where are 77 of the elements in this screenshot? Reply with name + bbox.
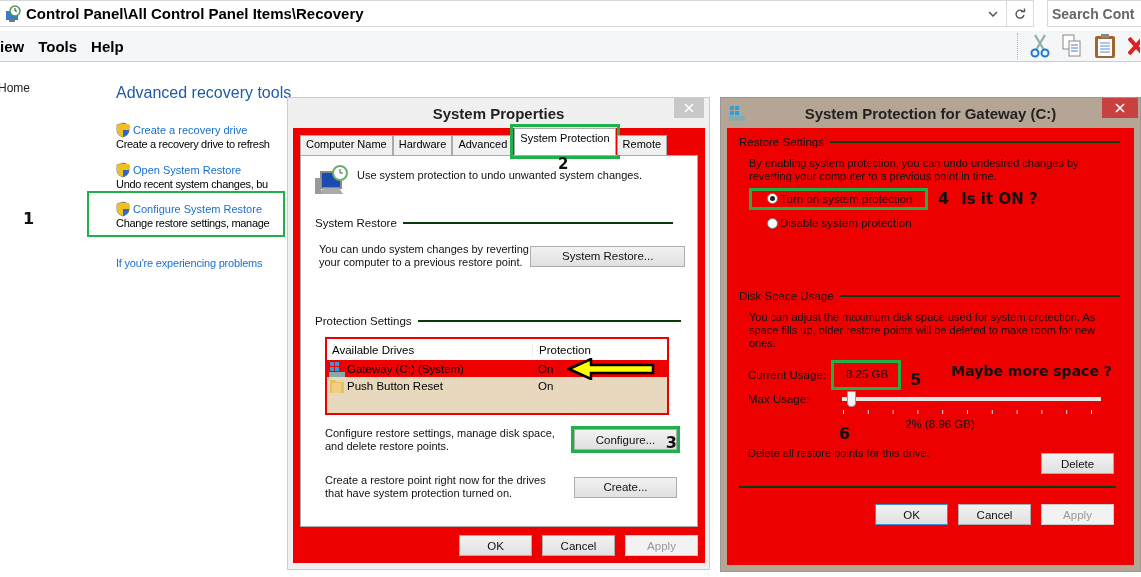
address-path: Control Panel\All Control Panel Items\Recovery (26, 5, 365, 22)
address-bar[interactable]: Control Panel\All Control Panel Items\Recovery (0, 0, 1007, 27)
max-usage-label: Max Usage: (748, 393, 811, 405)
task-link[interactable]: Create a recovery drive (133, 124, 248, 136)
close-button[interactable] (1102, 98, 1138, 118)
step-number: 4 (938, 189, 950, 208)
annotation-note: Is it ON ? (961, 189, 1038, 208)
drive-icon (329, 360, 345, 377)
step-number: 6 (839, 424, 851, 443)
menu-item[interactable]: Tools (38, 37, 78, 55)
step-number: 1 (23, 209, 35, 228)
menu-item[interactable]: iew (0, 37, 25, 55)
description-text: Create a restore point right now for the drives that have system protection turned on. (325, 474, 547, 500)
current-usage-value: 8.25 GB (834, 362, 899, 387)
group-heading: System Restore (315, 217, 397, 229)
dialog-button[interactable]: OK (459, 535, 532, 556)
group-heading: Protection Settings (315, 315, 412, 327)
step-number: 3 (665, 433, 677, 452)
drives-list[interactable]: Available Drives Protection Gateway (C:) (System) On Push Button Reset On (325, 337, 669, 415)
description-text: You can adjust the maximum disk space used for system protection. As space fills up, older restore points will be deleted to make room for new ones. (749, 311, 1097, 350)
annotation-note: Maybe more space ? (951, 362, 1112, 379)
window-title: System Protection for Gateway (C:) (804, 104, 1057, 122)
radio-label[interactable]: Turn on system protection (780, 192, 913, 205)
shield-icon (116, 162, 130, 178)
tab[interactable]: Hardware (392, 135, 453, 155)
dropdown-caret-icon[interactable] (988, 10, 998, 17)
drive-icon (729, 105, 745, 121)
task-description: Create a recovery drive to refresh (116, 138, 271, 150)
dialog-button[interactable]: Cancel (542, 535, 615, 556)
tab[interactable]: Remote (616, 135, 668, 155)
delete-button[interactable]: Delete (1041, 453, 1114, 474)
dialog-button[interactable]: OK (875, 504, 948, 525)
column-header[interactable]: Protection (532, 343, 667, 356)
scissors-icon[interactable] (1030, 33, 1050, 59)
delete-icon[interactable] (1128, 35, 1140, 57)
description-text: You can undo system changes by reverting your computer to a previous restore point. (319, 243, 530, 269)
close-icon (684, 103, 694, 113)
drive-row[interactable]: Gateway (C:) (System) On (327, 360, 667, 377)
task-description: Change restore settings, manage (116, 217, 271, 229)
shield-icon (116, 122, 130, 138)
help-link[interactable]: If you're experiencing problems (116, 257, 288, 269)
slider-thumb[interactable] (846, 391, 856, 407)
task-link[interactable]: Configure System Restore (133, 203, 262, 215)
current-usage-label: Current Usage: (748, 368, 827, 381)
create-button[interactable]: Create... (574, 476, 677, 498)
menu-item[interactable]: Help (91, 37, 124, 55)
description-text: By enabling system protection, you can undo undesired changes by reverting your computer to a previous point in time. (749, 157, 1080, 183)
tab[interactable]: Computer Name (300, 135, 393, 155)
search-field[interactable]: Search Cont (1047, 0, 1141, 27)
description-text: Delete all restore points for this drive. (748, 447, 930, 460)
radio-label[interactable]: Disable system protection (780, 217, 912, 229)
group-heading: Disk Space Usage (739, 290, 834, 302)
drive-row[interactable]: Push Button Reset On (327, 377, 667, 394)
system-restore-button[interactable]: System Restore... (530, 245, 685, 267)
folder-icon (329, 377, 345, 394)
window-title: System Properties (432, 104, 565, 122)
control-panel-icon (4, 4, 22, 23)
refresh-icon (1014, 7, 1026, 20)
radio-button[interactable] (767, 217, 778, 229)
max-usage-reading: 2% (8.96 GB) (905, 418, 975, 430)
dialog-button[interactable]: Cancel (958, 504, 1031, 525)
column-header[interactable]: Available Drives (327, 343, 532, 356)
shield-icon (116, 201, 130, 217)
refresh-button[interactable] (1007, 0, 1034, 27)
task-link[interactable]: Open System Restore (133, 164, 242, 176)
group-heading: Restore Settings (739, 136, 824, 148)
radio-button[interactable] (767, 193, 778, 204)
close-icon (1115, 103, 1125, 113)
clipboard-icon[interactable] (1094, 33, 1116, 59)
copy-icon[interactable] (1062, 34, 1082, 58)
step-number: 5 (910, 370, 922, 389)
protection-status: On (537, 379, 554, 392)
drive-name: Push Button Reset (347, 379, 443, 392)
description-text: Configure restore settings, manage disk space, and delete restore points. (325, 426, 555, 453)
drive-name: Gateway (C:) (System) (347, 362, 464, 375)
protection-status: On (537, 362, 554, 375)
task-description: Undo recent system changes, bu (116, 178, 269, 190)
